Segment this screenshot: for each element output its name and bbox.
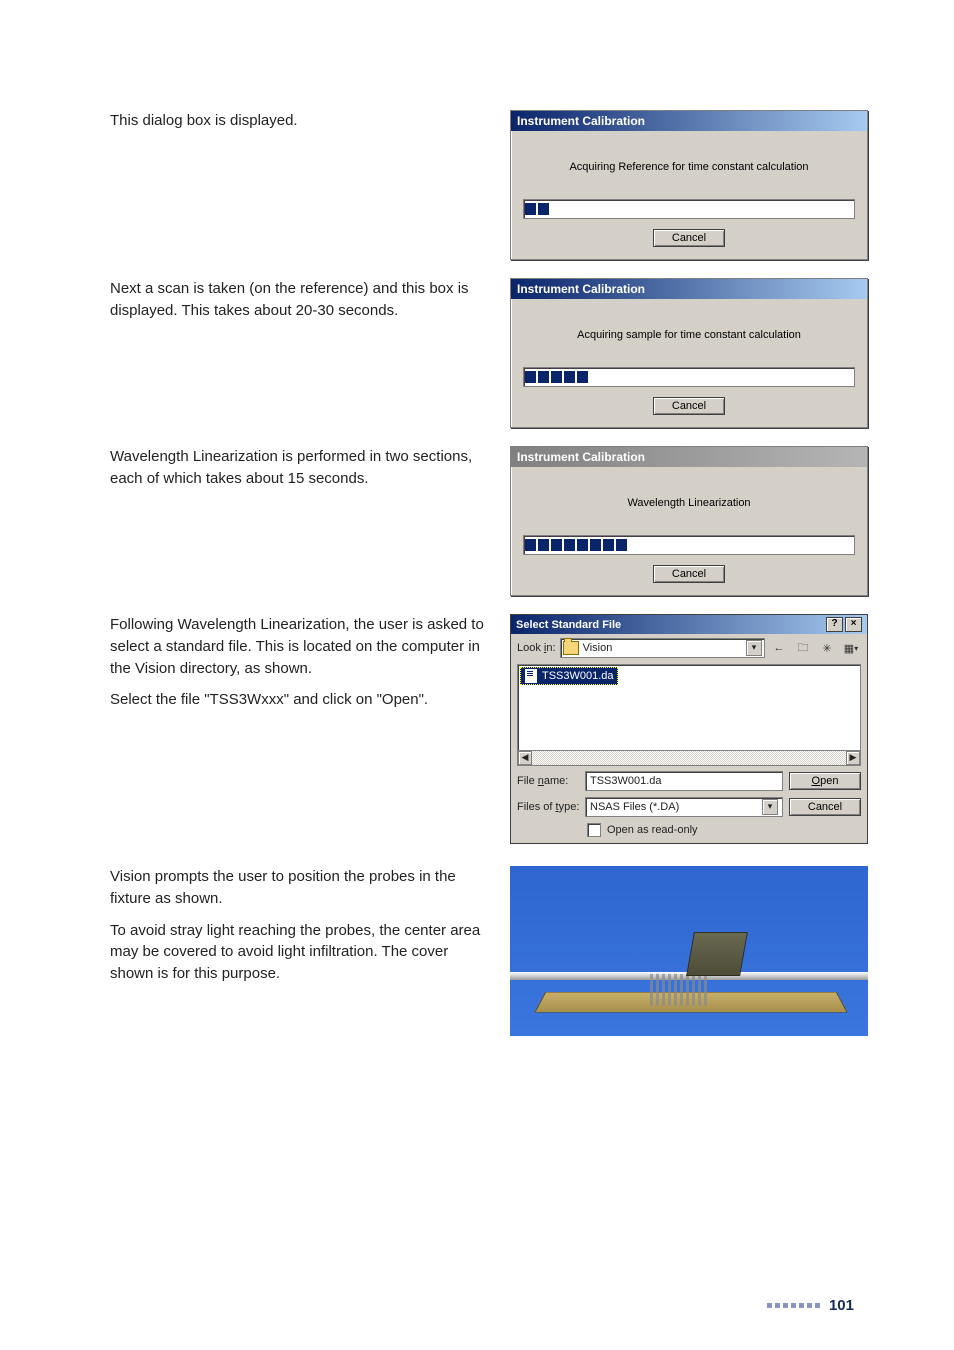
dropdown-icon[interactable]: ▾ xyxy=(746,640,762,656)
file-list[interactable]: TSS3W001.da ◀ ▶ xyxy=(517,664,861,766)
dialog-message: Acquiring Reference for time constant ca… xyxy=(523,153,855,199)
filetype-combo[interactable]: NSAS Files (*.DA) ▾ xyxy=(585,797,783,817)
file-item-label: TSS3W001.da xyxy=(542,670,614,682)
page-footer: 101 xyxy=(767,1297,854,1314)
scroll-track[interactable] xyxy=(532,751,846,765)
para-3: Wavelength Linearization is performed in… xyxy=(110,446,490,490)
progress-bar xyxy=(523,535,855,555)
para-5b: To avoid stray light reaching the probes… xyxy=(110,920,490,985)
cancel-button[interactable]: Cancel xyxy=(653,397,725,415)
lookin-combo[interactable]: Vision ▾ xyxy=(560,638,765,658)
view-menu-icon[interactable]: ▦▾ xyxy=(841,638,861,658)
lookin-label: Look in: xyxy=(517,642,556,654)
filename-input[interactable]: TSS3W001.da xyxy=(585,771,783,791)
close-icon[interactable]: × xyxy=(845,617,862,632)
cancel-button[interactable]: Cancel xyxy=(789,798,861,816)
up-one-level-icon[interactable]: 🗀 xyxy=(793,638,813,658)
filetype-label: Files of type: xyxy=(517,801,579,813)
dialog-title: Instrument Calibration xyxy=(511,279,867,299)
scroll-left-icon[interactable]: ◀ xyxy=(518,751,532,765)
dialog-title: Instrument Calibration xyxy=(511,447,867,467)
back-icon[interactable]: ← xyxy=(769,638,789,658)
para-5a: Vision prompts the user to position the … xyxy=(110,866,490,910)
file-item[interactable]: TSS3W001.da xyxy=(520,667,618,685)
scroll-right-icon[interactable]: ▶ xyxy=(846,751,860,765)
progress-bar xyxy=(523,199,855,219)
dialog-calibration-3: Instrument Calibration Wavelength Linear… xyxy=(510,446,868,596)
para-4a: Following Wavelength Linearization, the … xyxy=(110,614,490,679)
progress-bar xyxy=(523,367,855,387)
document-icon xyxy=(524,668,538,684)
dialog-message: Acquiring sample for time constant calcu… xyxy=(523,321,855,367)
open-button[interactable]: Open xyxy=(789,772,861,790)
lookin-value: Vision xyxy=(583,642,613,654)
file-dialog: Select Standard File ? × Look in: Vision… xyxy=(510,614,868,844)
readonly-label: Open as read-only xyxy=(607,824,698,836)
new-folder-icon[interactable]: ✳ xyxy=(817,638,837,658)
para-2: Next a scan is taken (on the reference) … xyxy=(110,278,490,322)
folder-icon xyxy=(563,641,579,655)
filename-label: File name: xyxy=(517,775,579,787)
dialog-message: Wavelength Linearization xyxy=(523,489,855,535)
dropdown-icon[interactable]: ▾ xyxy=(762,799,778,815)
para-1: This dialog box is displayed. xyxy=(110,110,490,132)
cancel-button[interactable]: Cancel xyxy=(653,565,725,583)
readonly-checkbox[interactable] xyxy=(587,823,601,837)
file-dialog-title: Select Standard File xyxy=(516,619,621,631)
dialog-calibration-1: Instrument Calibration Acquiring Referen… xyxy=(510,110,868,260)
horizontal-scrollbar[interactable]: ◀ ▶ xyxy=(518,750,860,765)
help-icon[interactable]: ? xyxy=(826,617,843,632)
para-4b: Select the file "TSS3Wxxx" and click on … xyxy=(110,689,490,711)
page-number: 101 xyxy=(823,1297,854,1314)
fixture-photo xyxy=(510,866,868,1036)
dialog-calibration-2: Instrument Calibration Acquiring sample … xyxy=(510,278,868,428)
cancel-button[interactable]: Cancel xyxy=(653,229,725,247)
footer-dots-icon xyxy=(767,1303,820,1308)
dialog-title: Instrument Calibration xyxy=(511,111,867,131)
